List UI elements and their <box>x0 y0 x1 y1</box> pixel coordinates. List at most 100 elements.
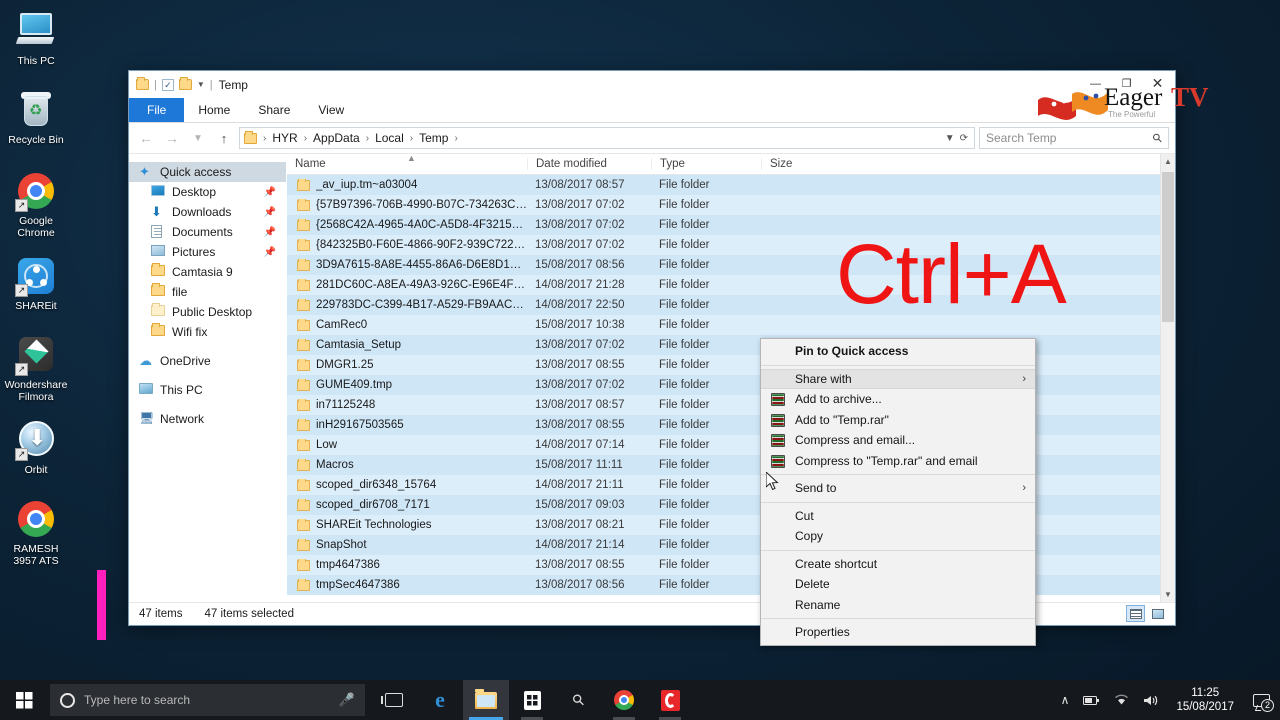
sidebar-item-camtasia-9[interactable]: Camtasia 9 <box>129 262 286 282</box>
table-row[interactable]: {57B97396-706B-4990-B07C-734263C54F5... 1… <box>287 195 1175 215</box>
search-everything-button[interactable]: ⚲ <box>555 680 601 720</box>
large-icons-view-button[interactable] <box>1148 605 1167 622</box>
address-dropdown-icon[interactable]: ▼ <box>945 133 955 144</box>
context-menu[interactable]: Pin to Quick access Share with › Add to arc… <box>760 338 1036 646</box>
breadcrumb-item-appdata[interactable]: AppData <box>311 131 362 145</box>
desktop-icon-google-chrome[interactable]: Google Chrome <box>0 170 72 239</box>
desktop-icon-orbit[interactable]: ⬇ Orbit <box>0 419 72 476</box>
breadcrumb[interactable]: › HYR › AppData › Local › Temp › ▼ ⟳ <box>239 127 975 149</box>
menu-item[interactable]: Pin to Quick access <box>761 341 1035 362</box>
volume-icon[interactable] <box>1136 694 1166 707</box>
column-header-size[interactable]: Size <box>761 158 823 170</box>
menu-item[interactable]: Cut <box>761 506 1035 527</box>
column-header-date-modified[interactable]: Date modified <box>527 158 651 170</box>
sidebar-item-network[interactable]: 🖥 Network <box>129 409 286 429</box>
table-row[interactable]: inH29167503565 13/08/2017 08:55 File folde… <box>287 415 1175 435</box>
desktop-icon-wondershare-filmora[interactable]: Wondershare Filmora <box>0 334 72 403</box>
pin-icon[interactable]: 📌 <box>264 247 276 258</box>
windows-start-icon[interactable] <box>0 680 48 720</box>
folder-icon <box>297 479 310 491</box>
pin-icon[interactable]: 📌 <box>264 207 276 218</box>
desktop-icon-shareit[interactable]: SHAREit <box>0 255 72 312</box>
table-row[interactable]: tmpSec4647386 13/08/2017 08:56 File folder <box>287 575 1175 595</box>
pin-icon[interactable]: 📌 <box>264 187 276 198</box>
breadcrumb-item-local[interactable]: Local <box>373 131 406 145</box>
new-folder-icon-2[interactable] <box>178 77 192 90</box>
menu-item[interactable]: Add to "Temp.rar" <box>761 410 1035 431</box>
new-folder-icon[interactable]: ✓ <box>161 78 174 91</box>
tab-file[interactable]: File <box>129 98 185 122</box>
file-explorer-button[interactable] <box>463 680 509 720</box>
menu-item[interactable]: Rename <box>761 595 1035 616</box>
menu-item[interactable]: Delete <box>761 574 1035 595</box>
back-arrow-icon[interactable]: ← <box>135 127 157 149</box>
wifi-icon[interactable] <box>1107 694 1136 706</box>
refresh-icon[interactable]: ⟳ <box>960 133 968 144</box>
microsoft-store-button[interactable] <box>509 680 555 720</box>
menu-item[interactable]: Compress to "Temp.rar" and email <box>761 451 1035 472</box>
menu-item[interactable]: Share with › <box>761 368 1035 389</box>
table-row[interactable]: scoped_dir6708_7171 15/08/2017 09:03 File … <box>287 495 1175 515</box>
search-input[interactable]: Type here to search 🎤 <box>50 684 365 716</box>
forward-arrow-icon[interactable]: → <box>161 127 183 149</box>
column-header-type[interactable]: Type <box>651 158 761 170</box>
table-row[interactable]: Camtasia_Setup 13/08/2017 07:02 File folde… <box>287 335 1175 355</box>
action-center-button[interactable]: 2 <box>1244 680 1278 720</box>
clock[interactable]: 11:25 15/08/2017 <box>1166 680 1244 720</box>
breadcrumb-item-hyr[interactable]: HYR <box>270 131 299 145</box>
pin-icon[interactable]: 📌 <box>264 227 276 238</box>
battery-icon[interactable] <box>1076 695 1107 706</box>
folder-properties-icon[interactable] <box>136 77 149 90</box>
desktop-icon-ramesh-3957-ats[interactable]: RAMESH 3957 ATS <box>0 498 72 567</box>
desktop-icon-this-pc[interactable]: This PC <box>0 10 72 67</box>
tab-view[interactable]: View <box>304 98 358 122</box>
sidebar-item-file[interactable]: file <box>129 282 286 302</box>
sidebar-item-desktop[interactable]: Desktop 📌 <box>129 182 286 202</box>
type-cell: File folder <box>659 459 710 471</box>
task-view-button[interactable] <box>371 680 417 720</box>
menu-item[interactable]: Copy <box>761 526 1035 547</box>
table-row[interactable]: tmp4647386 13/08/2017 08:55 File folder <box>287 555 1175 575</box>
window-title-bar[interactable]: | ✓ ▼ | Temp — ❐ ✕ <box>129 71 1175 98</box>
sidebar-item-onedrive[interactable]: ☁ OneDrive <box>129 351 286 371</box>
scroll-up-icon[interactable]: ▲ <box>1161 154 1175 169</box>
table-row[interactable]: GUME409.tmp 13/08/2017 07:02 File folder <box>287 375 1175 395</box>
sidebar-item-downloads[interactable]: ⬇ Downloads 📌 <box>129 202 286 222</box>
menu-item[interactable]: Compress and email... <box>761 430 1035 451</box>
details-view-button[interactable] <box>1126 605 1145 622</box>
table-row[interactable]: SHAREit Technologies 13/08/2017 08:21 File… <box>287 515 1175 535</box>
microphone-icon[interactable]: 🎤 <box>339 692 355 708</box>
table-row[interactable]: SnapShot 14/08/2017 21:14 File folder <box>287 535 1175 555</box>
microsoft-edge-button[interactable]: e <box>417 680 463 720</box>
sidebar-item-public-desktop[interactable]: Public Desktop <box>129 302 286 322</box>
menu-item[interactable]: Properties <box>761 622 1035 643</box>
sidebar-item-quick-access[interactable]: ✦ Quick access <box>129 162 286 182</box>
menu-item[interactable]: Add to archive... <box>761 389 1035 410</box>
customize-caret-icon[interactable]: ▼ <box>197 80 205 89</box>
vertical-scrollbar[interactable]: ▲ ▼ <box>1160 154 1175 602</box>
search-input[interactable]: Search Temp ⚲ <box>979 127 1169 149</box>
table-row[interactable]: scoped_dir6348_15764 14/08/2017 21:11 File… <box>287 475 1175 495</box>
chrome-taskbar-button[interactable] <box>601 680 647 720</box>
desktop-icon-recycle-bin[interactable]: ♻ Recycle Bin <box>0 89 72 146</box>
up-arrow-icon[interactable]: ↑ <box>213 127 235 149</box>
scroll-down-icon[interactable]: ▼ <box>1161 587 1175 602</box>
camtasia-button[interactable] <box>647 680 693 720</box>
table-row[interactable]: _av_iup.tm~a03004 13/08/2017 08:57 File fo… <box>287 175 1175 195</box>
sidebar-item-pictures[interactable]: Pictures 📌 <box>129 242 286 262</box>
sidebar-item-this-pc[interactable]: This PC <box>129 380 286 400</box>
sidebar-item-documents[interactable]: Documents 📌 <box>129 222 286 242</box>
sidebar-item-wifi-fix[interactable]: Wifi fix <box>129 322 286 342</box>
breadcrumb-item-temp[interactable]: Temp <box>417 131 450 145</box>
menu-item[interactable]: Send to › <box>761 478 1035 499</box>
show-hidden-icons-button[interactable]: ∧ <box>1054 693 1077 707</box>
scrollbar-thumb[interactable] <box>1162 172 1174 322</box>
tab-home[interactable]: Home <box>184 98 244 122</box>
table-row[interactable]: Low 14/08/2017 07:14 File folder <box>287 435 1175 455</box>
menu-item[interactable]: Create shortcut <box>761 554 1035 575</box>
recent-locations-icon[interactable]: ▼ <box>187 127 209 149</box>
tab-share[interactable]: Share <box>244 98 304 122</box>
table-row[interactable]: DMGR1.25 13/08/2017 08:55 File folder <box>287 355 1175 375</box>
table-row[interactable]: Macros 15/08/2017 11:11 File folder <box>287 455 1175 475</box>
table-row[interactable]: in71125248 13/08/2017 08:57 File folder <box>287 395 1175 415</box>
